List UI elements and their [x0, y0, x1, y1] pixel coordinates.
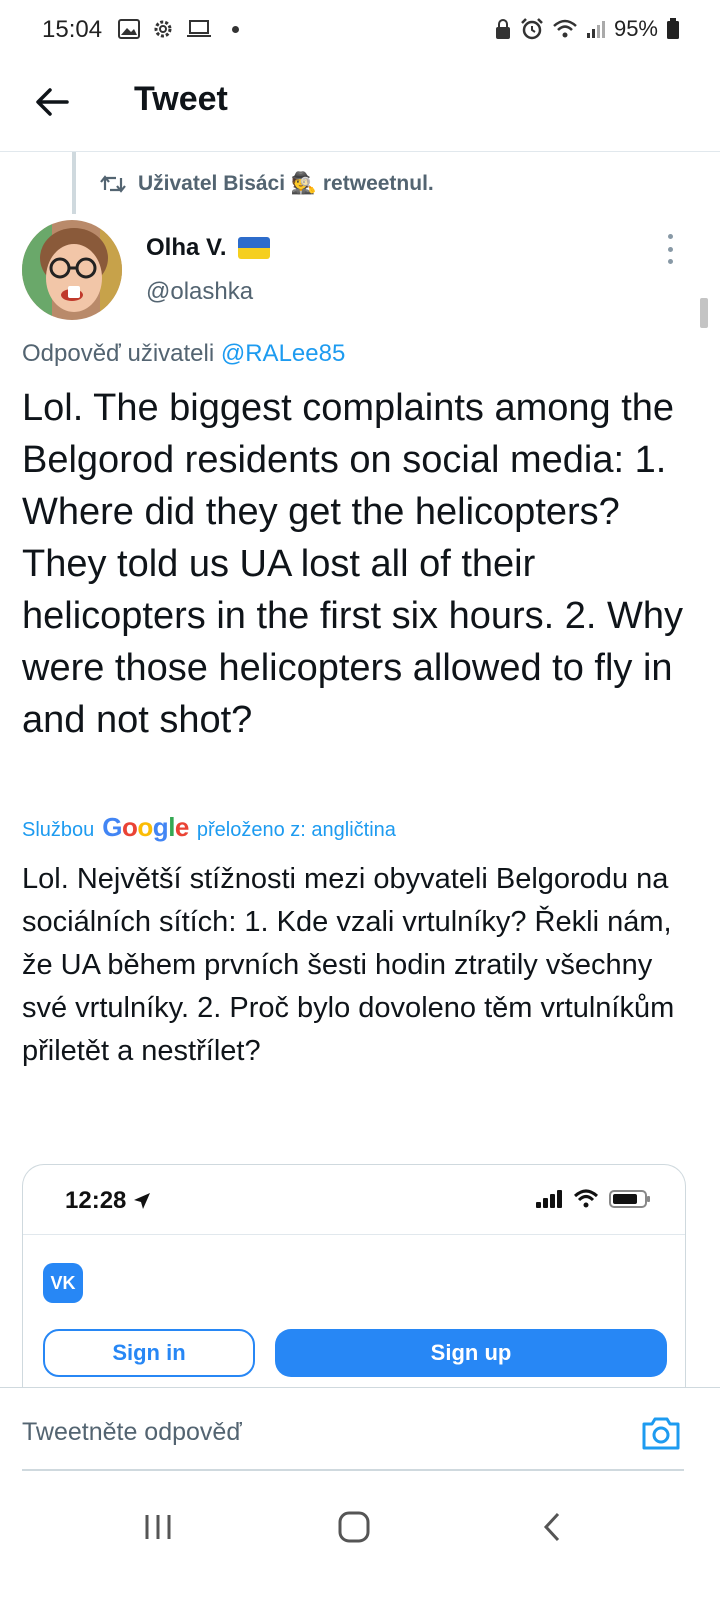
- system-nav-bar: [0, 1480, 720, 1600]
- thread-line: [72, 152, 76, 214]
- signal-icon: [536, 1190, 562, 1208]
- location-arrow-icon: [134, 1193, 151, 1209]
- settings-icon: [154, 20, 172, 38]
- retweet-label: Uživatel Bisáci 🕵️ retweetnul.: [138, 172, 434, 195]
- notification-dot-icon: [232, 25, 239, 33]
- system-back-button[interactable]: [522, 1504, 582, 1550]
- vk-logo-icon: VK: [43, 1263, 83, 1303]
- scrollbar[interactable]: [700, 298, 708, 328]
- gallery-icon: [118, 19, 140, 39]
- more-options-button[interactable]: [660, 234, 680, 264]
- home-button[interactable]: [324, 1504, 384, 1550]
- media-time: 12:28: [65, 1187, 127, 1214]
- battery-icon: [667, 18, 679, 39]
- translated-text: Lol. Největší stížnosti mezi obyvateli B…: [22, 863, 675, 1067]
- signal-icon: [586, 21, 605, 38]
- sign-up-button[interactable]: Sign up: [275, 1329, 667, 1377]
- author-handle[interactable]: @olashka: [146, 278, 253, 306]
- back-button[interactable]: [30, 80, 74, 124]
- wifi-icon: [553, 19, 577, 38]
- alarm-icon: [521, 18, 543, 40]
- camera-button[interactable]: [640, 1414, 682, 1452]
- battery-percent: 95%: [613, 16, 658, 41]
- reply-composer: Tweetněte odpověď: [0, 1387, 720, 1473]
- google-logo: Google: [102, 812, 189, 842]
- avatar-image: [22, 220, 122, 320]
- wifi-icon: [573, 1189, 599, 1208]
- retweet-indicator[interactable]: Uživatel Bisáci 🕵️ retweetnul.: [100, 172, 434, 196]
- page-title: Tweet: [134, 80, 228, 118]
- retweet-icon: [100, 175, 126, 193]
- status-bar: 15:04 95%: [0, 0, 720, 62]
- lock-icon: [495, 19, 510, 39]
- chevron-left-icon: [543, 1512, 560, 1542]
- back-arrow-icon: [36, 88, 69, 116]
- app-header: Tweet: [0, 62, 720, 152]
- home-icon: [338, 1511, 370, 1543]
- media-card[interactable]: 12:28 VK Sign in Sign up: [22, 1164, 686, 1404]
- media-status-bar: 12:28: [23, 1165, 685, 1235]
- translation-attribution[interactable]: Službou Google přeloženo z: angličtina: [22, 812, 396, 843]
- recent-apps-icon: [145, 1515, 171, 1539]
- battery-icon: [609, 1190, 650, 1208]
- recent-apps-button[interactable]: [128, 1504, 188, 1550]
- composer-divider: [22, 1469, 684, 1471]
- reply-input[interactable]: Tweetněte odpověď: [22, 1418, 242, 1447]
- ukraine-flag-icon: [238, 237, 271, 259]
- author-name[interactable]: Olha V.: [146, 234, 271, 262]
- laptop-icon: [187, 20, 211, 37]
- status-time: 15:04: [42, 16, 103, 43]
- camera-icon: [642, 1417, 680, 1450]
- tweet-text: Lol. The biggest complaints among the Be…: [22, 387, 684, 741]
- sign-in-button[interactable]: Sign in: [43, 1329, 255, 1377]
- reply-context: Odpověď uživateli @RALee85: [22, 340, 346, 367]
- avatar[interactable]: [22, 220, 122, 320]
- mention-link[interactable]: @RALee85: [221, 340, 345, 367]
